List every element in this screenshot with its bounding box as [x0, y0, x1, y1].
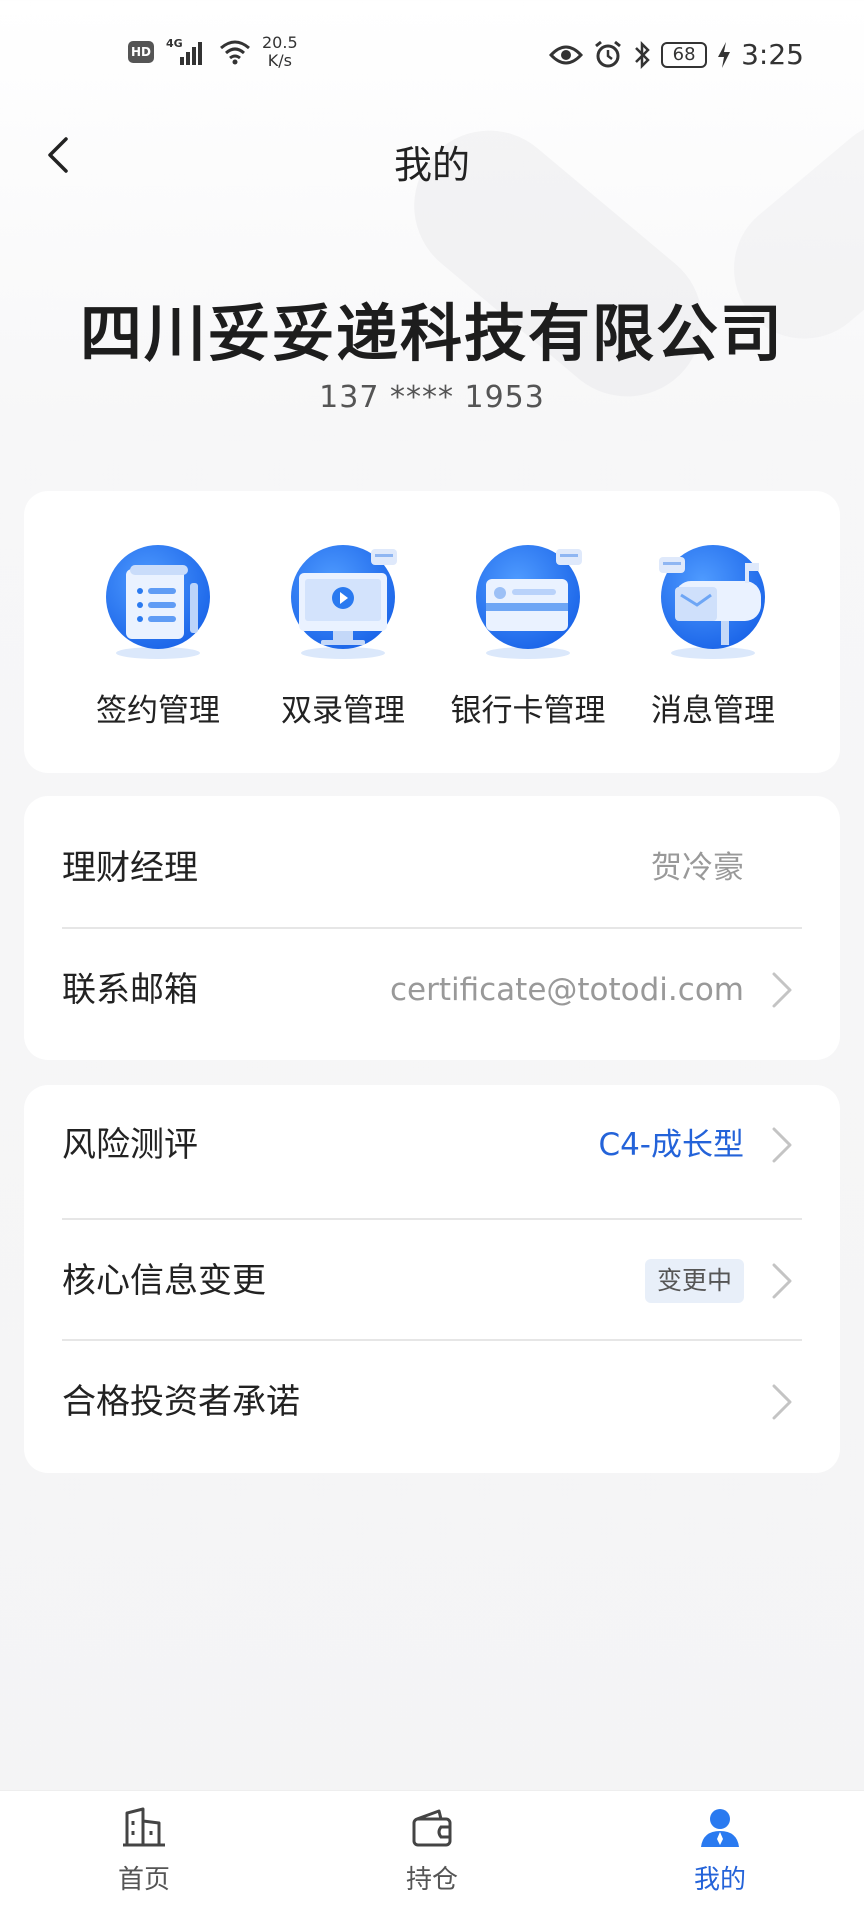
divider: [62, 1339, 802, 1341]
manager-value: 贺冷豪: [651, 850, 744, 886]
nav-label: 首页: [117, 1865, 170, 1895]
account-settings-card: 风险测评 C4-成长型 核心信息变更 变更中 合格投资者承诺: [24, 1085, 840, 1473]
wallet-icon: [412, 1809, 452, 1847]
email-value: certificate@totodi.com: [389, 972, 744, 1008]
bluetooth-icon: [635, 40, 650, 69]
quick-actions-card: 签约管理 双录管理 银行卡管理 消息管理: [24, 491, 840, 773]
clock: 3:25: [741, 38, 804, 71]
status-badge: 变更中: [644, 1259, 744, 1303]
status-left: HD 4G 20.5 K/s: [128, 34, 298, 70]
chevron-right-icon: [772, 1384, 792, 1420]
email-row[interactable]: 联系邮箱 certificate@totodi.com: [62, 930, 802, 1050]
quick-action-label: 银行卡管理: [450, 693, 606, 729]
nav-item-home[interactable]: 首页: [64, 1805, 224, 1896]
contract-icon: [106, 545, 210, 659]
user-icon: [701, 1809, 739, 1847]
cell-signal-icon: 4G: [166, 37, 202, 65]
contact-info-card: 理财经理 贺冷豪 联系邮箱 certificate@totodi.com: [24, 796, 840, 1060]
charging-icon: [718, 41, 731, 68]
eye-icon: [549, 45, 584, 64]
page-title: 我的: [393, 143, 470, 187]
nav-label: 我的: [693, 1865, 746, 1895]
nav-item-mine[interactable]: 我的: [640, 1805, 800, 1896]
chevron-right-icon: [772, 972, 792, 1008]
risk-assessment-value: C4-成长型: [598, 1127, 744, 1163]
qualified-investor-row[interactable]: 合格投资者承诺: [62, 1342, 802, 1462]
manager-label: 理财经理: [62, 848, 198, 888]
building-icon: [123, 1807, 165, 1847]
divider: [62, 1218, 802, 1220]
bottom-nav: 首页 持仓 我的: [0, 1790, 864, 1920]
hd-badge: HD: [128, 41, 154, 63]
status-right: 68 3:25: [549, 38, 804, 71]
svg-text:4G: 4G: [166, 37, 183, 50]
manager-row: 理财经理 贺冷豪: [62, 808, 802, 928]
status-bar: HD 4G 20.5 K/s 68 3:25: [0, 0, 864, 110]
battery-indicator: 68: [661, 41, 708, 68]
bank-card-icon: [476, 545, 582, 659]
company-name: 四川妥妥递科技有限公司: [79, 297, 784, 370]
chevron-right-icon: [772, 1263, 792, 1299]
risk-assessment-label: 风险测评: [62, 1125, 198, 1165]
mailbox-icon: [659, 545, 765, 659]
email-label: 联系邮箱: [62, 970, 198, 1010]
alarm-icon: [595, 40, 622, 67]
chevron-right-icon: [772, 1127, 792, 1163]
video-record-icon: [291, 545, 397, 659]
quick-action-label: 签约管理: [96, 693, 220, 729]
video-record-management-button[interactable]: 双录管理: [253, 543, 433, 730]
speed-value: 20.5: [262, 33, 298, 52]
qualified-investor-label: 合格投资者承诺: [62, 1382, 300, 1422]
contract-management-button[interactable]: 签约管理: [68, 543, 248, 730]
core-info-change-row[interactable]: 核心信息变更 变更中: [62, 1221, 802, 1341]
nav-label: 持仓: [405, 1865, 458, 1895]
bank-card-management-button[interactable]: 银行卡管理: [438, 543, 618, 730]
wifi-icon: [220, 40, 250, 65]
speed-unit: K/s: [267, 51, 292, 70]
nav-item-holdings[interactable]: 持仓: [352, 1805, 512, 1896]
network-speed: 20.5 K/s: [262, 34, 298, 70]
core-info-change-label: 核心信息变更: [62, 1261, 266, 1301]
message-management-button[interactable]: 消息管理: [623, 543, 803, 730]
quick-action-label: 消息管理: [651, 693, 775, 729]
quick-action-label: 双录管理: [281, 693, 405, 729]
divider: [62, 927, 802, 929]
risk-assessment-row[interactable]: 风险测评 C4-成长型: [62, 1085, 802, 1205]
phone-number: 137 **** 1953: [319, 380, 545, 415]
